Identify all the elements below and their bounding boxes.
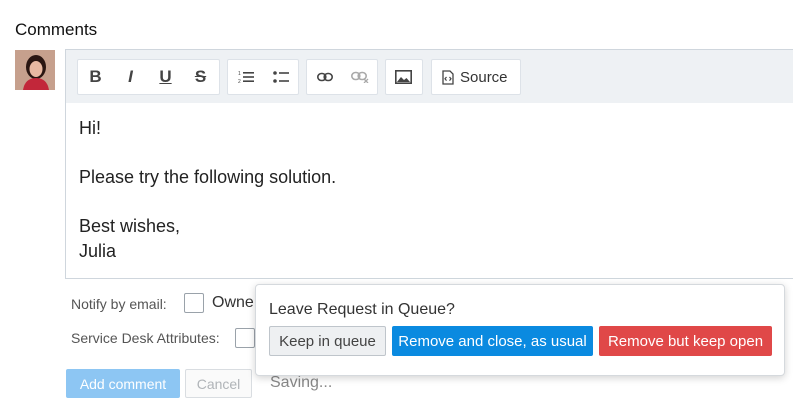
numbered-list-icon[interactable]: 1 2 xyxy=(228,60,263,94)
editor-line: Best wishes, xyxy=(79,216,181,236)
editor-toolbar: B I U S 1 2 Source xyxy=(66,50,793,103)
editor-line: Hi! xyxy=(79,118,101,138)
avatar xyxy=(15,50,55,90)
link-icon[interactable] xyxy=(307,60,342,94)
add-comment-button[interactable]: Add comment xyxy=(66,369,180,398)
remove-keep-open-button[interactable]: Remove but keep open xyxy=(599,326,772,356)
section-title: Comments xyxy=(15,20,98,39)
service-desk-label: Service Desk Attributes: xyxy=(71,330,220,346)
saving-status: Saving... xyxy=(270,374,333,391)
underline-icon[interactable]: U xyxy=(148,60,183,94)
editor-content[interactable]: Hi! Please try the following solution. B… xyxy=(79,116,336,263)
unlink-icon[interactable] xyxy=(342,60,377,94)
keep-in-queue-button[interactable]: Keep in queue xyxy=(269,326,386,356)
cancel-button[interactable]: Cancel xyxy=(185,369,252,398)
editor-line: Julia xyxy=(79,240,117,261)
source-label: Source xyxy=(460,68,508,86)
format-group: B I U S xyxy=(77,59,220,95)
editor-line: Please try the following solution. xyxy=(79,167,337,187)
italic-icon[interactable]: I xyxy=(113,60,148,94)
image-icon[interactable] xyxy=(386,60,421,94)
bold-icon[interactable]: B xyxy=(78,60,113,94)
service-desk-checkbox[interactable] xyxy=(235,328,255,348)
svg-text:1: 1 xyxy=(238,71,241,77)
queue-popup: Leave Request in Queue? Keep in queue Re… xyxy=(255,284,785,376)
source-group: Source xyxy=(431,59,521,95)
image-group xyxy=(385,59,423,95)
notify-owner-checkbox[interactable] xyxy=(184,293,204,313)
svg-text:2: 2 xyxy=(238,79,241,84)
comment-editor[interactable]: B I U S 1 2 Source Hi! Please try the fo… xyxy=(65,49,793,279)
strikethrough-icon[interactable]: S xyxy=(183,60,218,94)
link-group xyxy=(306,59,378,95)
source-button[interactable]: Source xyxy=(432,60,518,94)
popup-title: Leave Request in Queue? xyxy=(269,301,455,318)
list-group: 1 2 xyxy=(227,59,299,95)
remove-and-close-button[interactable]: Remove and close, as usual xyxy=(392,326,593,356)
notify-label: Notify by email: xyxy=(71,296,167,312)
source-icon xyxy=(442,69,454,85)
owner-label: Owne xyxy=(212,294,254,311)
bullet-list-icon[interactable] xyxy=(263,60,298,94)
